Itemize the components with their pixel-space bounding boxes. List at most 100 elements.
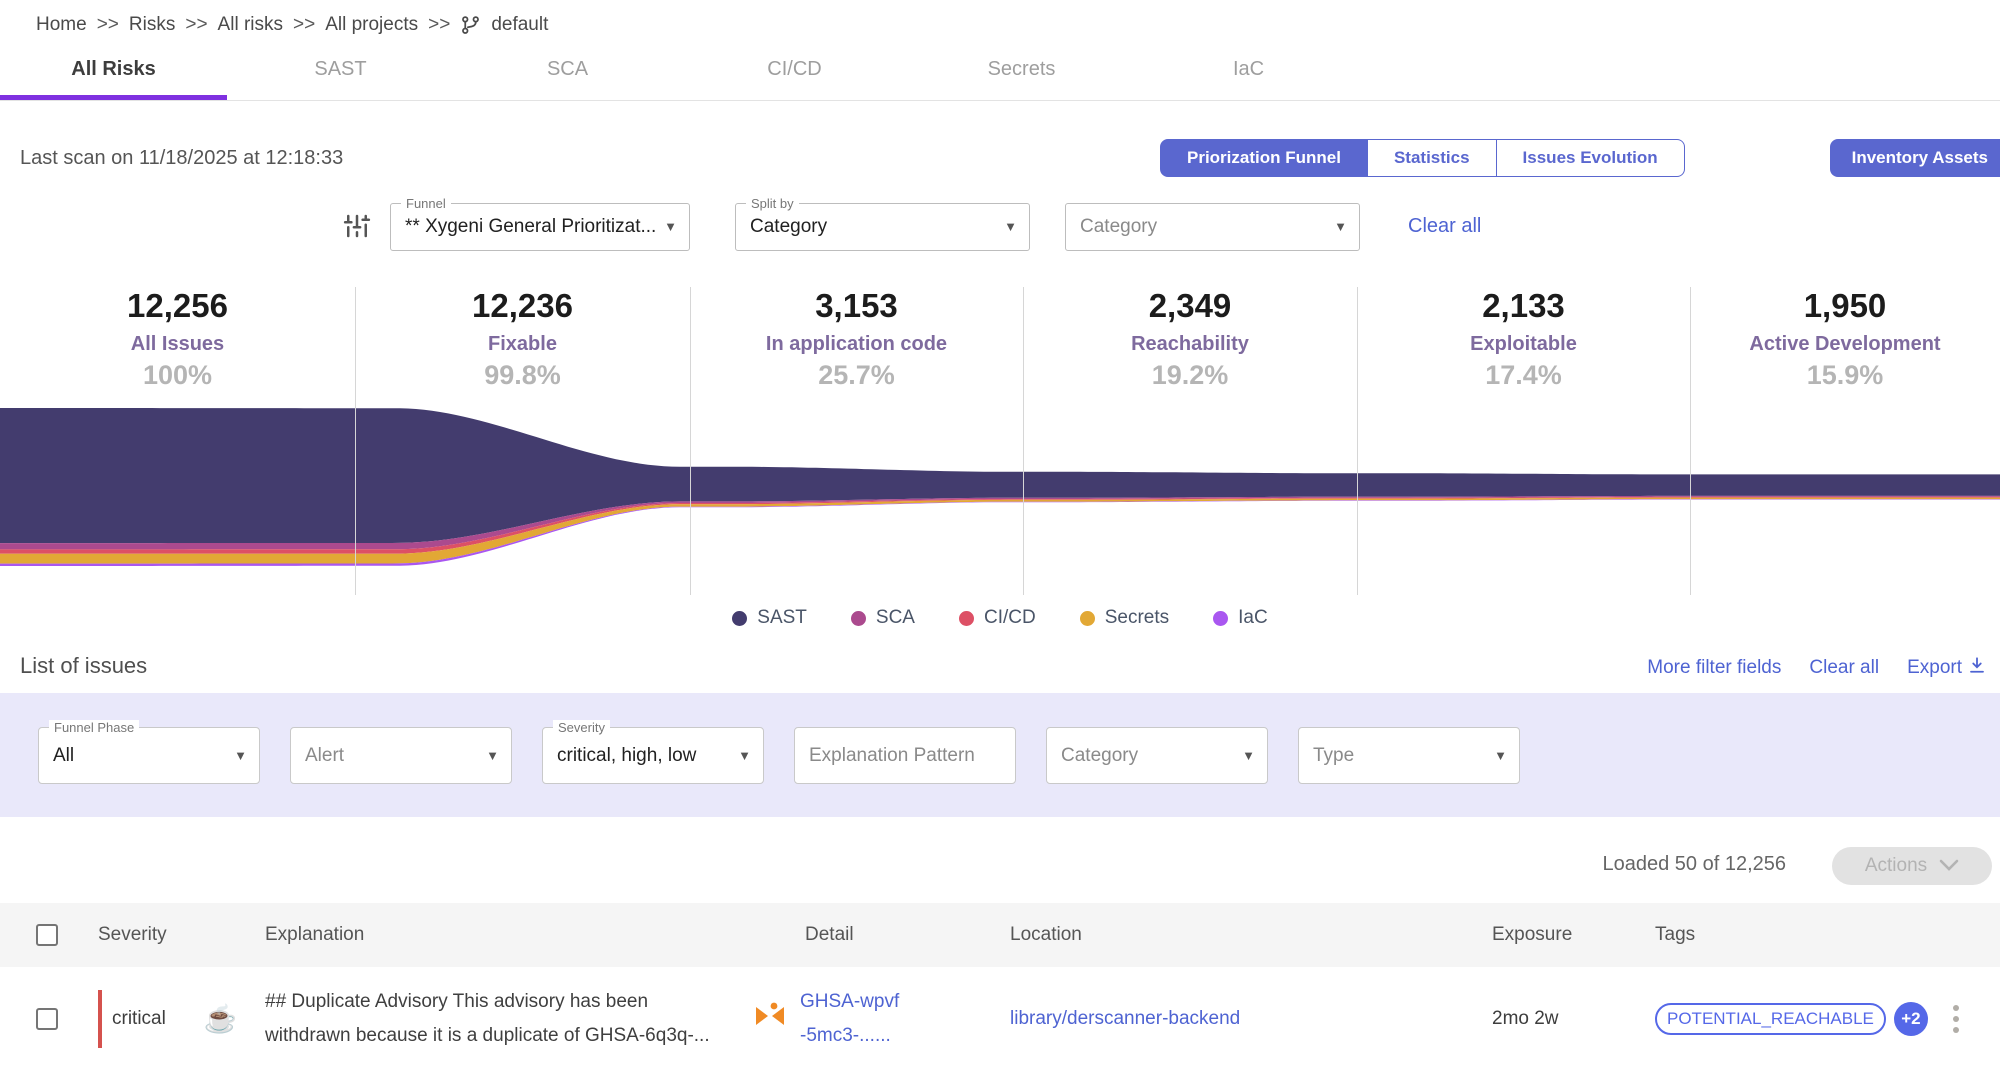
inventory-assets-button[interactable]: Inventory Assets (1829, 139, 2000, 177)
col-detail: Detail (805, 924, 854, 945)
breadcrumb-all-projects[interactable]: All projects (325, 14, 418, 36)
stage-name: Active Development (1749, 333, 1941, 355)
statistics-button[interactable]: Statistics (1367, 139, 1497, 177)
legend-label: SAST (757, 607, 807, 628)
chevron-down-icon: ▼ (234, 747, 247, 763)
split-by-select[interactable]: Split by Category ▼ (735, 196, 1030, 251)
legend-label: IaC (1238, 607, 1268, 628)
iac-color-dot (1213, 610, 1229, 626)
risk-tabs: All Risks SAST SCA CI/CD Secrets IaC (0, 50, 2000, 101)
breadcrumb-separator: >> (185, 14, 208, 35)
tab-all-risks[interactable]: All Risks (0, 50, 227, 100)
stage-name: All Issues (130, 333, 225, 355)
funnel-select-value: ** Xygeni General Prioritizat... (405, 216, 657, 237)
explanation-text: ## Duplicate Advisory This advisory has … (265, 990, 710, 1046)
prioritization-funnel-chart: 12,256 All Issues 100% 12,236 Fixable 99… (0, 287, 2000, 643)
advisory-link[interactable]: GHSA-wpvf-5mc3-...... (800, 985, 902, 1053)
actions-label: Actions (1864, 855, 1928, 876)
funnel-stage-fixable: 12,236 Fixable 99.8% (355, 287, 690, 391)
exposure-value: 2mo 2w (1492, 1008, 1559, 1029)
stage-count: 3,153 (815, 287, 898, 324)
funnel-select[interactable]: Funnel ** Xygeni General Prioritizat... … (390, 196, 690, 251)
git-branch-icon (460, 15, 481, 36)
breadcrumb: Home >> Risks >> All risks >> All projec… (0, 0, 2000, 38)
funnel-stage-divider (1023, 287, 1024, 595)
view-toggle: Priorization Funnel Statistics Issues Ev… (1160, 139, 1685, 177)
funnel-clear-all-link[interactable]: Clear all (1408, 215, 1481, 238)
funnel-band-sast (0, 408, 2000, 544)
cicd-color-dot (958, 610, 974, 626)
priorization-funnel-button[interactable]: Priorization Funnel (1160, 139, 1368, 177)
legend-label: SCA (875, 607, 915, 628)
legend-item-iac: IaC (1213, 607, 1268, 629)
funnel-phase-select[interactable]: Funnel Phase All ▼ (38, 719, 260, 784)
chevron-down-icon: ▼ (738, 747, 751, 763)
alert-select[interactable]: Alert ▼ (290, 726, 512, 784)
legend-label: Secrets (1104, 607, 1170, 628)
split-by-select-value: Category (750, 216, 828, 237)
stage-name: Reachability (1131, 333, 1249, 355)
issues-table-header: Severity Explanation Detail Location Exp… (0, 903, 2000, 967)
funnel-flow-chart (0, 408, 2000, 566)
issues-evolution-button[interactable]: Issues Evolution (1496, 139, 1685, 177)
export-label: Export (1907, 657, 1962, 678)
explanation-pattern-input[interactable]: Explanation Pattern (794, 726, 1016, 784)
loaded-row: Loaded 50 of 12,256 Actions (0, 847, 2000, 889)
chevron-down-icon: ▼ (1242, 747, 1255, 763)
breadcrumb-separator: >> (428, 14, 451, 35)
stage-pct: 99.8% (484, 360, 561, 390)
funnel-stage-in-application-code: 3,153 In application code 25.7% (690, 287, 1023, 391)
java-language-icon: ☕ (203, 1004, 238, 1034)
stage-name: Exploitable (1470, 333, 1577, 355)
issues-clear-all-link[interactable]: Clear all (1809, 657, 1879, 679)
funnel-stage-divider (1690, 287, 1691, 595)
breadcrumb-branch[interactable]: default (491, 14, 548, 36)
row-menu-kebab-icon[interactable] (1953, 1005, 1959, 1033)
breadcrumb-home[interactable]: Home (36, 14, 87, 36)
tune-sliders-icon[interactable] (342, 211, 372, 246)
funnel-legend: SAST SCA CI/CD Secrets IaC (0, 607, 2000, 629)
row-checkbox[interactable] (36, 1007, 58, 1030)
tags-more-badge[interactable]: +2 (1893, 1002, 1928, 1036)
tab-sca[interactable]: SCA (454, 50, 681, 100)
scan-row: Last scan on 11/18/2025 at 12:18:33 Prio… (0, 135, 2000, 179)
severity-select[interactable]: Severity critical, high, low ▼ (542, 719, 764, 784)
tab-cicd[interactable]: CI/CD (681, 50, 908, 100)
category-select[interactable]: Category ▼ (1065, 203, 1360, 251)
stage-count: 1,950 (1803, 287, 1887, 324)
tag-potential-reachable[interactable]: POTENTIAL_REACHABLE (1655, 1003, 1886, 1035)
detail-cell: GHSA-wpvf-5mc3-...... (756, 985, 1010, 1053)
actions-button[interactable]: Actions (1832, 847, 1992, 885)
secrets-color-dot (1079, 610, 1095, 626)
funnel-stage-active-development: 1,950 Active Development 15.9% (1690, 287, 2000, 391)
category-select-placeholder: Category (1080, 216, 1158, 237)
funnel-controls: Funnel ** Xygeni General Prioritizat... … (0, 196, 2000, 255)
stage-count: 2,349 (1148, 287, 1232, 324)
legend-item-sast: SAST (732, 607, 807, 629)
breadcrumb-risks[interactable]: Risks (129, 14, 175, 36)
export-link[interactable]: Export (1907, 656, 1986, 680)
chevron-down-icon: ▼ (1334, 219, 1347, 234)
location-link[interactable]: library/derscanner-backend (1010, 1008, 1240, 1029)
tab-sast[interactable]: SAST (227, 50, 454, 100)
chevron-down-icon: ▼ (486, 747, 499, 763)
loaded-count-text: Loaded 50 of 12,256 (1602, 853, 1786, 875)
stage-pct: 15.9% (1806, 360, 1884, 390)
legend-item-sca: SCA (850, 607, 915, 629)
stage-count: 2,133 (1482, 287, 1565, 324)
select-all-checkbox[interactable] (36, 923, 58, 946)
explanation-pattern-placeholder: Explanation Pattern (809, 744, 975, 766)
severity-bar (98, 990, 102, 1048)
issue-row[interactable]: critical ☕ ## Duplicate Advisory This ad… (0, 967, 2000, 1066)
breadcrumb-all-risks[interactable]: All risks (218, 14, 283, 36)
issues-filter-panel: Funnel Phase All ▼ Alert ▼ Severity crit… (0, 693, 2000, 817)
severity-value: critical (112, 1008, 166, 1029)
tab-iac[interactable]: IaC (1135, 50, 1362, 100)
maven-package-icon (752, 998, 788, 1040)
type-select[interactable]: Type ▼ (1298, 726, 1520, 784)
category-filter-select[interactable]: Category ▼ (1046, 726, 1268, 784)
funnel-stage-all-issues: 12,256 All Issues 100% (0, 287, 355, 391)
tab-secrets[interactable]: Secrets (908, 50, 1135, 100)
funnel-stage-divider (355, 287, 356, 595)
more-filter-fields-link[interactable]: More filter fields (1647, 657, 1781, 679)
